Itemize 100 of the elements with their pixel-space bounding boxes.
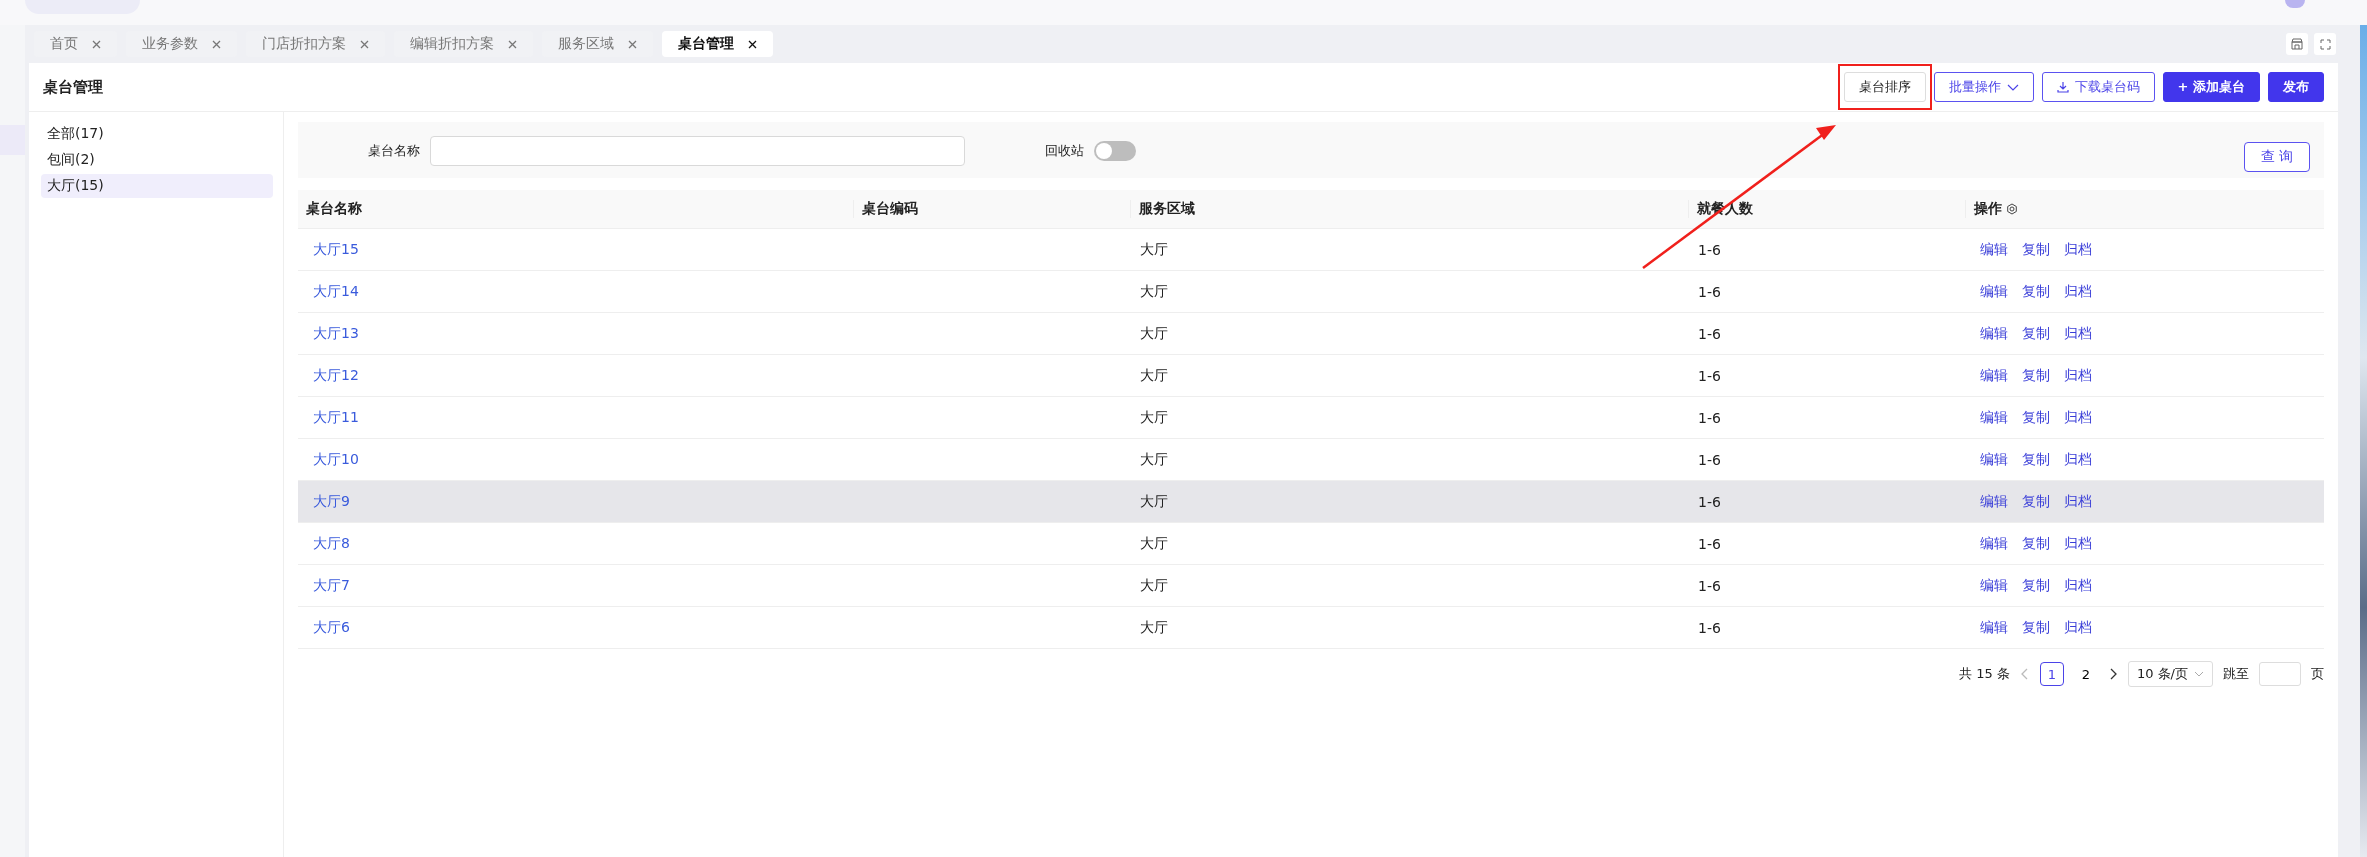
page-title: 桌台管理 [43, 77, 103, 97]
table-cell-text: 1-6 [1697, 535, 1722, 552]
table-name-link[interactable]: 大厅13 [298, 324, 853, 343]
page-size-select[interactable]: 10 条/页 [2127, 661, 2213, 687]
table-cell-text: 1-6 [1697, 577, 1722, 594]
table-cell-text: 1-6 [1697, 241, 1722, 258]
action-link[interactable]: 编辑 [1980, 408, 2008, 427]
jump-label: 跳至 [2223, 665, 2249, 683]
action-link[interactable]: 编辑 [1980, 534, 2008, 553]
action-link[interactable]: 复制 [2022, 576, 2050, 595]
action-link[interactable]: 编辑 [1980, 492, 2008, 511]
store-icon[interactable] [2286, 33, 2308, 55]
action-link[interactable]: 编辑 [1980, 576, 2008, 595]
table-row[interactable]: 大厅12 大厅 1-6 编辑 复制 归档 [298, 355, 2324, 397]
page-number[interactable]: 2 [2073, 662, 2098, 686]
action-link[interactable]: 复制 [2022, 240, 2050, 259]
action-link[interactable]: 复制 [2022, 408, 2050, 427]
caret-icon [2194, 671, 2204, 677]
action-link[interactable]: 编辑 [1980, 240, 2008, 259]
action-link[interactable]: 归档 [2064, 324, 2092, 343]
table-cell-text: 大厅 [1139, 366, 1169, 385]
publish-button[interactable]: 发布 [2268, 72, 2324, 102]
column-header: 桌台编码 [853, 200, 1130, 218]
table-cell-text: 1-6 [1697, 325, 1722, 342]
download-button[interactable]: 下载桌台码 [2041, 72, 2155, 102]
action-link[interactable]: 复制 [2022, 534, 2050, 553]
table-row[interactable]: 大厅9 大厅 1-6 编辑 复制 归档 [298, 481, 2324, 523]
table-cell-text: 大厅 [1139, 282, 1169, 301]
table-cell-text: 大厅 [1139, 450, 1169, 469]
action-link[interactable]: 归档 [2064, 534, 2092, 553]
table-name-link[interactable]: 大厅14 [298, 282, 853, 301]
table-name-link[interactable]: 大厅11 [298, 408, 853, 427]
action-link[interactable]: 编辑 [1980, 282, 2008, 301]
action-link[interactable]: 归档 [2064, 240, 2092, 259]
table-cell-text: 大厅 [1139, 618, 1169, 637]
table-cell-text: 1-6 [1697, 493, 1722, 510]
action-link[interactable]: 复制 [2022, 450, 2050, 469]
table-name-link[interactable]: 大厅10 [298, 450, 853, 469]
table-cell-text: 1-6 [1697, 283, 1722, 300]
table-row[interactable]: 大厅6 大厅 1-6 编辑 复制 归档 [298, 607, 2324, 649]
table-cell-text: 大厅 [1139, 408, 1169, 427]
table-row[interactable]: 大厅14 大厅 1-6 编辑 复制 归档 [298, 271, 2324, 313]
table-row[interactable]: 大厅13 大厅 1-6 编辑 复制 归档 [298, 313, 2324, 355]
add-button[interactable]: + 添加桌台 [2162, 72, 2260, 102]
table-cell-text: 大厅 [1139, 492, 1169, 511]
action-link[interactable]: 复制 [2022, 366, 2050, 385]
close-icon[interactable] [748, 39, 757, 49]
column-header: 桌台名称 [305, 200, 363, 218]
action-link[interactable]: 归档 [2064, 282, 2092, 301]
category-item[interactable]: 大厅(15) [41, 174, 273, 198]
table-cell-text: 大厅 [1139, 240, 1169, 259]
sort-button[interactable]: 桌台排序 [1843, 72, 1926, 102]
category-item[interactable]: 全部(17) [41, 122, 273, 146]
action-link[interactable]: 编辑 [1980, 618, 2008, 637]
total-count: 共 15 条 [1959, 665, 2010, 683]
action-link[interactable]: 复制 [2022, 492, 2050, 511]
table-cell-text: 1-6 [1697, 619, 1722, 636]
category-item[interactable]: 包间(2) [41, 148, 273, 172]
query-button[interactable]: 查 询 [2243, 142, 2310, 172]
settings-icon[interactable] [2006, 203, 2018, 215]
batch-dropdown[interactable]: 批量操作 [1933, 72, 2034, 102]
page-number[interactable]: 1 [2039, 662, 2064, 686]
page-jump-field[interactable] [2259, 662, 2301, 686]
table-name-link[interactable]: 大厅12 [298, 366, 853, 385]
action-link[interactable]: 归档 [2064, 366, 2092, 385]
table-row[interactable]: 大厅7 大厅 1-6 编辑 复制 归档 [298, 565, 2324, 607]
table-name-field[interactable] [430, 136, 965, 166]
action-link[interactable]: 归档 [2064, 618, 2092, 637]
table-row[interactable]: 大厅11 大厅 1-6 编辑 复制 归档 [298, 397, 2324, 439]
column-header: 服务区域 [1130, 200, 1688, 218]
download-icon [2056, 81, 2069, 93]
fullscreen-icon[interactable] [2314, 33, 2336, 55]
table-row[interactable]: 大厅15 大厅 1-6 编辑 复制 归档 [298, 229, 2324, 271]
action-link[interactable]: 归档 [2064, 576, 2092, 595]
table-cell-text: 1-6 [1697, 367, 1722, 384]
table-cell-text: 大厅 [1139, 534, 1169, 553]
column-header: 操作 [1965, 200, 2324, 218]
table-cell-text: 1-6 [1697, 409, 1722, 426]
action-link[interactable]: 编辑 [1980, 366, 2008, 385]
table-cell-text: 大厅 [1139, 576, 1169, 595]
table-name-link[interactable]: 大厅15 [298, 240, 853, 259]
recycle-toggle[interactable] [1094, 141, 1136, 161]
action-link[interactable]: 归档 [2064, 408, 2092, 427]
action-link[interactable]: 复制 [2022, 618, 2050, 637]
action-link[interactable]: 编辑 [1980, 324, 2008, 343]
table-row[interactable]: 大厅8 大厅 1-6 编辑 复制 归档 [298, 523, 2324, 565]
table-name-link[interactable]: 大厅7 [298, 576, 853, 595]
table-name-link[interactable]: 大厅6 [298, 618, 853, 637]
action-link[interactable]: 编辑 [1980, 450, 2008, 469]
action-link[interactable]: 复制 [2022, 324, 2050, 343]
table-cell-text: 大厅 [1139, 324, 1169, 343]
action-link[interactable]: 归档 [2064, 492, 2092, 511]
action-link[interactable]: 复制 [2022, 282, 2050, 301]
table-name-link[interactable]: 大厅8 [298, 534, 853, 553]
table-name-link[interactable]: 大厅9 [298, 492, 853, 511]
field-label: 回收站 [1045, 142, 1084, 160]
action-link[interactable]: 归档 [2064, 450, 2092, 469]
page-tab[interactable]: 桌台管理 [662, 31, 773, 57]
table-cell-text: 1-6 [1697, 451, 1722, 468]
field-label: 桌台名称 [368, 142, 420, 160]
